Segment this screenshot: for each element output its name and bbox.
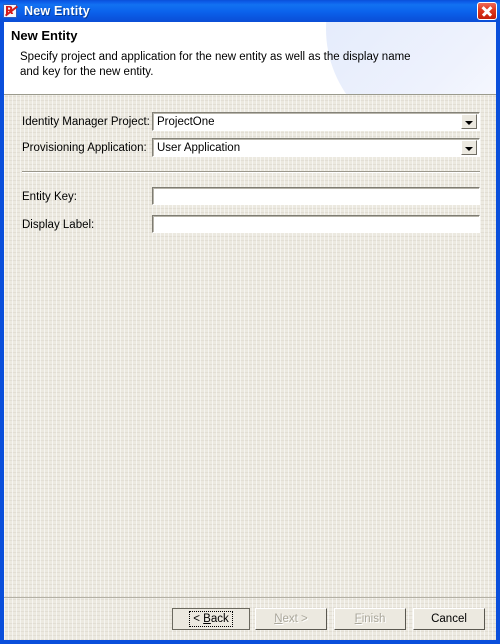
entity-key-label: Entity Key: bbox=[22, 191, 77, 203]
window-title: New Entity bbox=[24, 4, 90, 18]
finish-button-label: Finish bbox=[354, 613, 386, 625]
chevron-down-icon[interactable] bbox=[461, 114, 477, 129]
entity-key-field[interactable] bbox=[153, 190, 479, 206]
identity-manager-project-combo[interactable]: ProjectOne bbox=[152, 112, 480, 131]
window-frame-right bbox=[496, 22, 500, 640]
form-panel: Identity Manager Project: ProjectOne Pro… bbox=[4, 95, 496, 597]
close-icon[interactable] bbox=[477, 2, 497, 20]
chevron-down-icon[interactable] bbox=[461, 140, 477, 155]
next-button[interactable]: Next > bbox=[255, 608, 327, 630]
dialog-button-bar: < Back Next > Finish Cancel bbox=[4, 597, 496, 640]
window-frame-bottom bbox=[0, 640, 500, 644]
title-bar[interactable]: R New Entity bbox=[0, 0, 500, 22]
provisioning-application-label: Provisioning Application: bbox=[22, 142, 147, 154]
display-label-input[interactable] bbox=[152, 215, 480, 234]
cancel-button-label: Cancel bbox=[431, 613, 467, 625]
provisioning-application-value: User Application bbox=[157, 141, 241, 154]
finish-button[interactable]: Finish bbox=[334, 608, 406, 630]
provisioning-application-combo[interactable]: User Application bbox=[152, 138, 480, 157]
button-bar-separator bbox=[4, 597, 496, 598]
section-separator bbox=[22, 171, 480, 173]
display-label-label: Display Label: bbox=[22, 219, 95, 231]
identity-manager-project-label: Identity Manager Project: bbox=[22, 116, 150, 128]
entity-icon: R bbox=[3, 3, 19, 19]
identity-manager-project-value: ProjectOne bbox=[157, 115, 215, 128]
display-label-field[interactable] bbox=[153, 218, 479, 234]
back-button-label: < Back bbox=[189, 611, 233, 627]
wizard-header: New Entity Specify project and applicati… bbox=[4, 22, 496, 95]
page-description: Specify project and application for the … bbox=[20, 51, 411, 78]
new-entity-dialog: R New Entity New Entity Specify project … bbox=[0, 0, 500, 644]
next-button-label: Next > bbox=[274, 613, 308, 625]
page-title: New Entity bbox=[11, 28, 78, 43]
back-button[interactable]: < Back bbox=[172, 608, 250, 630]
cancel-button[interactable]: Cancel bbox=[413, 608, 485, 630]
entity-key-input[interactable] bbox=[152, 187, 480, 206]
